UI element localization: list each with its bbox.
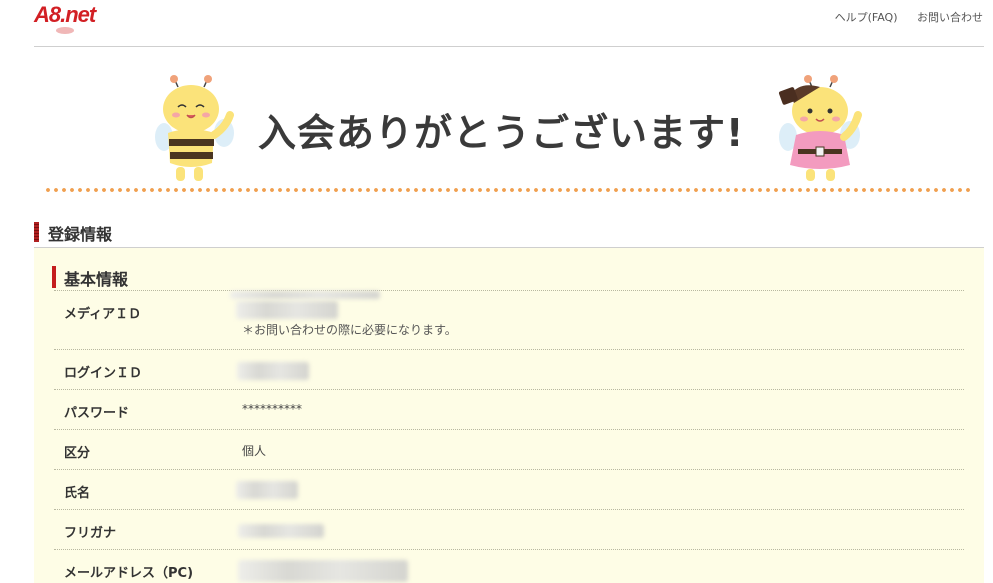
section-title: 登録情報 bbox=[48, 225, 113, 244]
bee-mascot-right-image bbox=[778, 75, 862, 181]
name-value-redacted bbox=[236, 481, 298, 499]
dotted-divider bbox=[44, 187, 974, 193]
media-id-note: ＊お問い合わせの際に必要になります。 bbox=[242, 323, 457, 337]
basic-info-panel: 基本情報 メディアＩＤ ＊お問い合わせの際に必要になります。 ログインＩＤ パス… bbox=[34, 248, 984, 583]
furigana-value-redacted bbox=[238, 524, 324, 538]
header-divider bbox=[34, 46, 984, 47]
welcome-title: 入会ありがとうございます! bbox=[258, 111, 745, 155]
info-rows: メディアＩＤ ＊お問い合わせの際に必要になります。 ログインＩＤ パスワード *… bbox=[54, 290, 964, 583]
logo-mark bbox=[56, 27, 74, 34]
section-heading-registration: 登録情報 bbox=[34, 218, 984, 248]
info-row-password: パスワード ********** bbox=[54, 389, 964, 429]
media-id-value-redacted-2 bbox=[236, 301, 338, 319]
login-id-label: ログインＩＤ bbox=[64, 366, 143, 381]
contact-link[interactable]: お問い合わせ bbox=[917, 11, 983, 24]
email-pc-label: メールアドレス（PC) bbox=[64, 566, 194, 581]
media-id-label: メディアＩＤ bbox=[64, 307, 142, 322]
category-label: 区分 bbox=[64, 446, 91, 461]
category-value: 個人 bbox=[242, 444, 267, 458]
name-label: 氏名 bbox=[64, 486, 91, 501]
info-row-category: 区分 個人 bbox=[54, 429, 964, 469]
info-row-media-id: メディアＩＤ ＊お問い合わせの際に必要になります。 bbox=[54, 290, 964, 349]
a8net-logo[interactable]: A8.net bbox=[34, 2, 116, 36]
password-label: パスワード bbox=[64, 406, 130, 421]
info-row-login-id: ログインＩＤ bbox=[54, 349, 964, 389]
info-row-furigana: フリガナ bbox=[54, 509, 964, 549]
panel-heading-bar bbox=[52, 266, 56, 288]
login-id-value-redacted bbox=[237, 362, 309, 380]
heading-accent-bar bbox=[34, 222, 39, 242]
info-row-name: 氏名 bbox=[54, 469, 964, 509]
password-value: ********** bbox=[242, 402, 302, 416]
bee-mascot-left-image bbox=[155, 75, 234, 181]
site-header: A8.net ヘルプ(FAQ) お問い合わせ bbox=[0, 0, 993, 47]
media-id-value-redacted bbox=[230, 291, 380, 299]
header-links: ヘルプ(FAQ) お問い合わせ bbox=[819, 9, 983, 25]
furigana-label: フリガナ bbox=[64, 526, 117, 541]
help-faq-link[interactable]: ヘルプ(FAQ) bbox=[835, 11, 898, 24]
logo-text: A8.net bbox=[34, 2, 96, 27]
info-row-email-pc: メールアドレス（PC) bbox=[54, 549, 964, 583]
panel-title: 基本情報 bbox=[64, 270, 129, 289]
email-pc-value-redacted bbox=[238, 560, 408, 582]
welcome-banner: 入会ありがとうございます! bbox=[34, 60, 984, 200]
